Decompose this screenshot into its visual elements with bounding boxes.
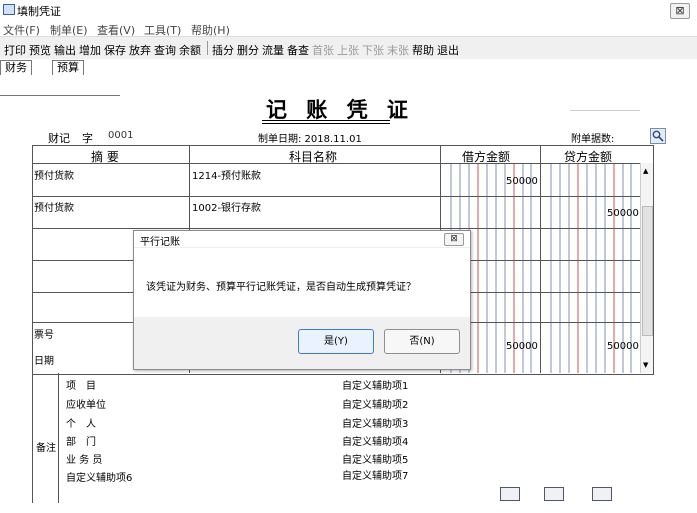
aux-custom2: 自定义辅助项2 [342,400,409,411]
lookup-button[interactable]: 备查 [287,42,309,58]
divider [570,110,640,111]
tab-divider [0,95,120,96]
preview-button[interactable]: 预览 [29,42,51,58]
aux-custom6: 自定义辅助项6 [66,473,133,484]
row-divider [32,196,640,197]
row2-credit[interactable]: 50000 [607,208,639,219]
aux-salesperson: 业 务 员 [66,455,103,466]
app-icon [3,4,15,15]
aux-person: 个 人 [66,419,96,430]
query-button[interactable]: 查询 [154,42,176,58]
aux-receivable-unit: 应收单位 [66,400,106,411]
first-button[interactable]: 首张 [312,42,334,58]
yes-button[interactable]: 是(Y) [298,329,374,354]
row-divider [32,228,640,229]
voucher-date[interactable]: 制单日期: 2018.11.01 [258,130,362,145]
help-button[interactable]: 帮助 [412,42,434,58]
scroll-up-icon[interactable]: ▲ [643,167,648,175]
add-button[interactable]: 增加 [79,42,101,58]
display-icon[interactable] [544,487,564,501]
tab-finance[interactable]: 财务 [0,60,32,75]
aux-custom7: 自定义辅助项7 [342,471,409,482]
calculator-icon[interactable] [592,487,612,501]
row1-summary[interactable]: 预付货款 [34,167,74,182]
no-button[interactable]: 否(N) [384,329,460,354]
parallel-posting-dialog: 平行记账 ⊠ 该凭证为财务、预算平行记账凭证，是否自动生成预算凭证？ 是(Y) … [133,230,471,370]
summary-header: 摘 要 [91,150,119,164]
search-icon[interactable] [650,128,666,144]
print-button[interactable]: 打印 [4,42,26,58]
dialog-titlebar: 平行记账 ⊠ [134,231,470,248]
last-button[interactable]: 末张 [387,42,409,58]
close-icon[interactable]: ⊠ [670,3,690,19]
delete-entry-button[interactable]: 删分 [237,42,259,58]
title-bar: 填制凭证 ⊠ [0,0,697,21]
aux-department: 部 门 [66,437,96,448]
tab-budget[interactable]: 预算 [52,60,84,75]
export-button[interactable]: 输出 [54,42,76,58]
save-button[interactable]: 保存 [104,42,126,58]
scroll-down-icon[interactable]: ▼ [643,361,648,369]
aux-custom4: 自定义辅助项4 [342,437,409,448]
ticket-label: 票号 [34,330,54,341]
row1-debit[interactable]: 50000 [506,176,538,187]
title-underline [262,120,390,121]
dialog-title: 平行记账 [140,237,180,248]
next-button[interactable]: 下张 [362,42,384,58]
total-debit: 50000 [506,341,538,352]
row1-account[interactable]: 1214-预付账款 [192,167,261,182]
voucher-number[interactable]: 0001 [108,130,133,141]
dialog-close-icon[interactable]: ⊠ [444,233,464,246]
toolbar: 打印 预览 输出 增加 保存 放弃 查询 余额 插分 删分 流量 备查 首张 上… [0,36,697,60]
voucher-zi-label: 字 [82,132,93,145]
keyboard-icon[interactable] [500,487,520,501]
row2-account[interactable]: 1002-银行存款 [192,199,261,214]
prev-button[interactable]: 上张 [337,42,359,58]
remarks-label: 备注 [36,443,56,454]
total-credit: 50000 [607,341,639,352]
insert-entry-button[interactable]: 插分 [212,42,234,58]
window-title: 填制凭证 [17,5,61,18]
date-row-label: 日期 [34,356,54,367]
dialog-message: 该凭证为财务、预算平行记账凭证，是否自动生成预算凭证？ [146,282,416,293]
discard-button[interactable]: 放弃 [129,42,151,58]
aux-project: 项 目 [66,381,96,392]
voucher-type[interactable]: 财记 [48,130,70,146]
cashflow-button[interactable]: 流量 [262,42,284,58]
aux-custom1: 自定义辅助项1 [342,381,409,392]
exit-button[interactable]: 退出 [437,42,459,58]
title-underline [262,123,390,124]
menu-bar: 文件(F) 制单(E) 查看(V) 工具(T) 帮助(H) [0,20,697,37]
aux-custom3: 自定义辅助项3 [342,419,409,430]
balance-button[interactable]: 余额 [179,42,201,58]
account-header: 科目名称 [289,150,338,164]
tab-row: 财务 预算 [0,59,697,95]
scrollbar-thumb[interactable] [642,206,653,336]
toolbar-separator [207,41,208,55]
attachments-label: 附单据数: [571,134,615,145]
aux-custom5: 自定义辅助项5 [342,455,409,466]
remarks-divider [58,373,59,503]
row2-summary[interactable]: 预付货款 [34,199,74,214]
